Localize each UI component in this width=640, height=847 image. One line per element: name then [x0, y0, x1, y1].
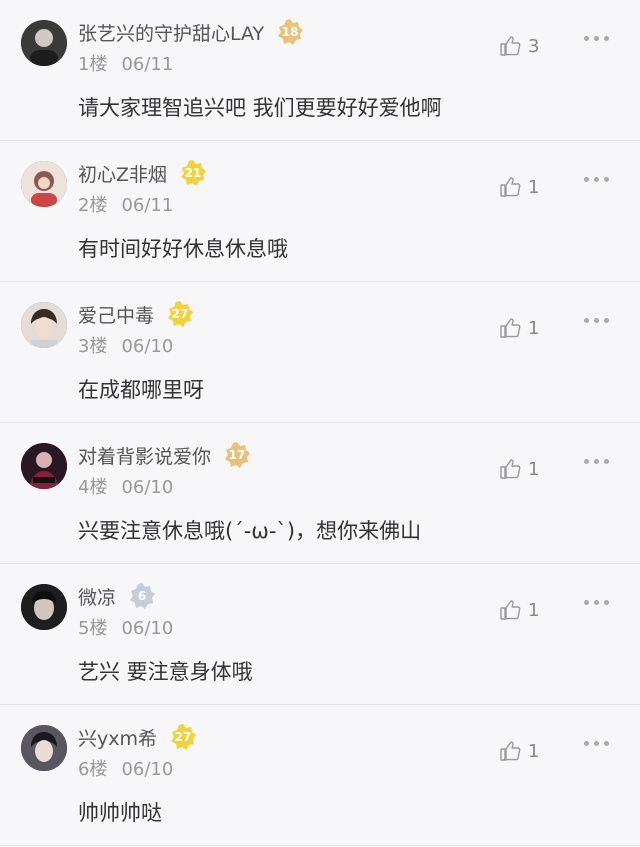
thumbs-up-icon — [500, 177, 521, 197]
username[interactable]: 张艺兴的守护甜心LAY 18 — [78, 18, 304, 46]
comment-meta: 2楼 06/11 — [78, 191, 173, 217]
thumbs-up-icon — [500, 600, 521, 620]
thumbs-up-icon — [500, 36, 521, 56]
comment-text: 在成都哪里呀 — [78, 378, 204, 402]
like-button[interactable]: 3 — [498, 34, 539, 58]
comment-date: 06/10 — [121, 618, 174, 639]
username-text[interactable]: 兴yxm希 — [78, 724, 157, 751]
username-text[interactable]: 微凉 — [78, 583, 116, 610]
comment-item: 兴yxm希 27 6楼 06/10 帅帅帅哒 1 — [0, 705, 640, 846]
username[interactable]: 微凉 6 — [78, 582, 156, 610]
more-dots-icon[interactable] — [584, 741, 609, 746]
username[interactable]: 初心Z非烟 21 — [78, 159, 207, 187]
thumbs-up-icon — [500, 318, 521, 338]
floor-number: 6楼 — [78, 759, 108, 780]
comment-date: 06/11 — [121, 195, 174, 216]
avatar[interactable] — [21, 161, 67, 207]
comment-date: 06/11 — [121, 54, 174, 75]
comment-date: 06/10 — [121, 759, 174, 780]
comment-date: 06/10 — [121, 477, 174, 498]
username-text[interactable]: 张艺兴的守护甜心LAY — [78, 19, 264, 46]
comment-text: 有时间好好休息休息哦 — [78, 237, 288, 261]
more-dots-icon[interactable] — [584, 36, 609, 41]
like-button[interactable]: 1 — [498, 457, 539, 481]
comment-list: 张艺兴的守护甜心LAY 18 1楼 06/11 请大家理智追兴吧 我们更要好好爱他… — [0, 0, 640, 846]
username-text[interactable]: 爱己中毒 — [78, 301, 154, 328]
comment-text: 帅帅帅哒 — [78, 801, 162, 825]
comment-item: 对着背影说爱你 17 4楼 06/10 兴要注意休息哦(´-ω-`)，想你来佛山 … — [0, 423, 640, 564]
username-text[interactable]: 对着背影说爱你 — [78, 442, 211, 469]
level-badge: 6 — [128, 582, 156, 610]
level-badge: 27 — [166, 300, 194, 328]
like-count: 1 — [528, 458, 540, 480]
like-button[interactable]: 1 — [498, 316, 539, 340]
floor-number: 5楼 — [78, 618, 108, 639]
level-badge: 17 — [223, 441, 251, 469]
floor-number: 4楼 — [78, 477, 108, 498]
comment-date: 06/10 — [121, 336, 174, 357]
like-count: 1 — [528, 599, 540, 621]
avatar[interactable] — [21, 20, 67, 66]
username[interactable]: 爱己中毒 27 — [78, 300, 194, 328]
like-button[interactable]: 1 — [498, 598, 539, 622]
like-count: 1 — [528, 317, 540, 339]
floor-number: 2楼 — [78, 195, 108, 216]
comment-item: 爱己中毒 27 3楼 06/10 在成都哪里呀 1 — [0, 282, 640, 423]
more-dots-icon[interactable] — [584, 459, 609, 464]
like-button[interactable]: 1 — [498, 175, 539, 199]
comment-meta: 5楼 06/10 — [78, 614, 173, 640]
comment-text: 请大家理智追兴吧 我们更要好好爱他啊 — [78, 96, 442, 120]
thumbs-up-icon — [500, 741, 521, 761]
username[interactable]: 对着背影说爱你 17 — [78, 441, 251, 469]
comment-text: 艺兴 要注意身体哦 — [78, 660, 253, 684]
more-dots-icon[interactable] — [584, 177, 609, 182]
avatar[interactable] — [21, 443, 67, 489]
floor-number: 1楼 — [78, 54, 108, 75]
thumbs-up-icon — [500, 459, 521, 479]
username-text[interactable]: 初心Z非烟 — [78, 160, 167, 187]
avatar[interactable] — [21, 725, 67, 771]
level-badge: 18 — [276, 18, 304, 46]
comment-meta: 3楼 06/10 — [78, 332, 173, 358]
like-count: 1 — [528, 740, 540, 762]
level-badge: 27 — [169, 723, 197, 751]
comment-item: 微凉 6 5楼 06/10 艺兴 要注意身体哦 1 — [0, 564, 640, 705]
like-button[interactable]: 1 — [498, 739, 539, 763]
username[interactable]: 兴yxm希 27 — [78, 723, 197, 751]
level-badge: 21 — [179, 159, 207, 187]
like-count: 3 — [528, 35, 540, 57]
floor-number: 3楼 — [78, 336, 108, 357]
comment-meta: 4楼 06/10 — [78, 473, 173, 499]
avatar[interactable] — [21, 302, 67, 348]
comment-item: 初心Z非烟 21 2楼 06/11 有时间好好休息休息哦 1 — [0, 141, 640, 282]
avatar[interactable] — [21, 584, 67, 630]
comment-text: 兴要注意休息哦(´-ω-`)，想你来佛山 — [78, 519, 422, 543]
comment-item: 张艺兴的守护甜心LAY 18 1楼 06/11 请大家理智追兴吧 我们更要好好爱他… — [0, 0, 640, 141]
more-dots-icon[interactable] — [584, 600, 609, 605]
comment-meta: 6楼 06/10 — [78, 755, 173, 781]
like-count: 1 — [528, 176, 540, 198]
more-dots-icon[interactable] — [584, 318, 609, 323]
comment-meta: 1楼 06/11 — [78, 50, 173, 76]
